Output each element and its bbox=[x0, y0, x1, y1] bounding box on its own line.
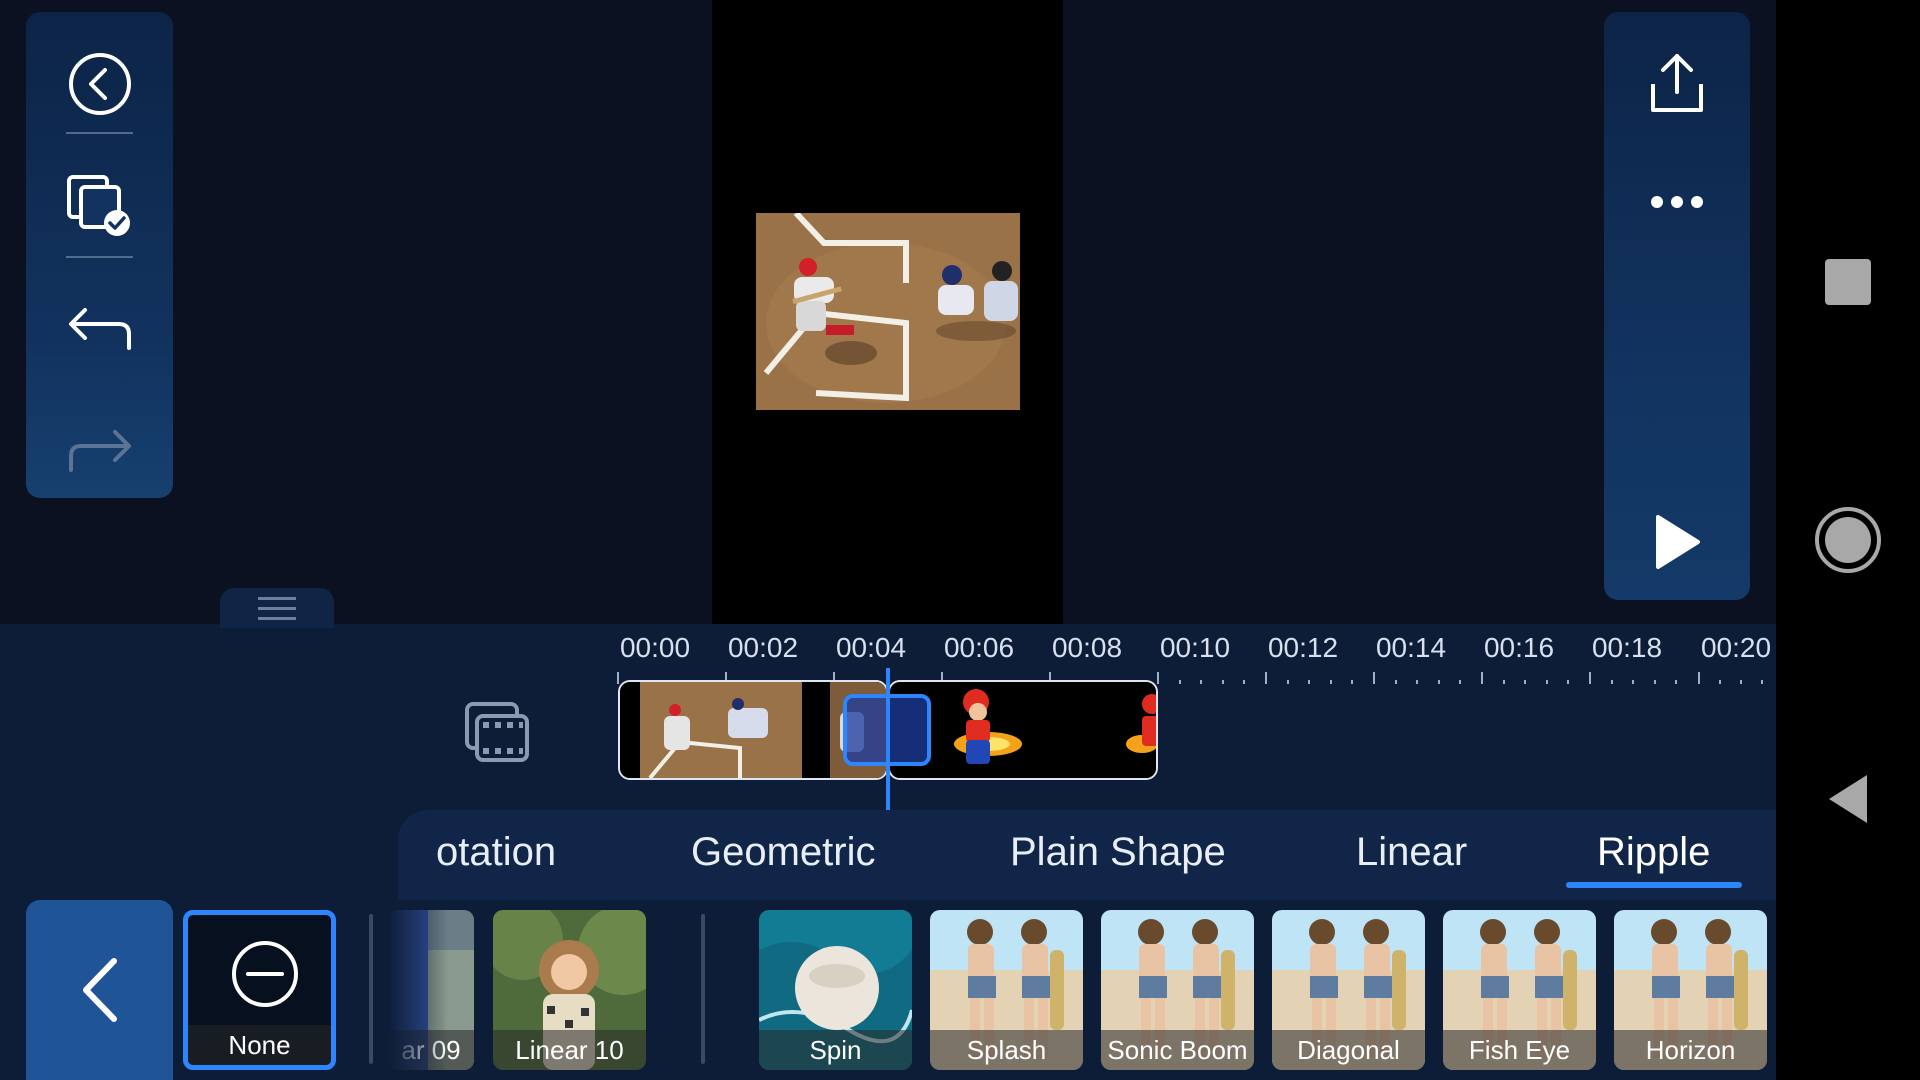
none-minus-icon bbox=[232, 941, 298, 1007]
playhead[interactable] bbox=[886, 668, 890, 810]
copy-select-button[interactable] bbox=[26, 157, 173, 255]
square-icon bbox=[1825, 259, 1871, 305]
ruler-label: 00:12 bbox=[1267, 632, 1339, 663]
toolbar-divider bbox=[66, 256, 133, 258]
ruler-label: 00:18 bbox=[1591, 632, 1663, 663]
timeline-ruler[interactable]: 00:00 00:02 00:04 00:06 00:08 00:10 00:1… bbox=[610, 632, 1776, 684]
transition-splash[interactable]: Splash bbox=[930, 910, 1083, 1070]
tab-geometric[interactable]: Geometric bbox=[691, 830, 876, 875]
ruler-label: 00:08 bbox=[1051, 632, 1123, 663]
video-preview[interactable] bbox=[712, 0, 1063, 624]
undo-button[interactable] bbox=[26, 280, 173, 378]
ruler-label: 00:20 bbox=[1700, 632, 1772, 663]
scroll-fade bbox=[388, 900, 448, 1080]
transition-spin[interactable]: Spin bbox=[759, 910, 912, 1070]
ruler-label: 00:14 bbox=[1375, 632, 1447, 663]
recents-button[interactable] bbox=[1776, 256, 1920, 308]
play-icon bbox=[1656, 515, 1700, 569]
copy-check-icon bbox=[66, 175, 130, 236]
toolbar-divider bbox=[66, 132, 133, 134]
circle-home-icon bbox=[1815, 507, 1881, 573]
transition-none[interactable]: None bbox=[183, 910, 336, 1070]
ruler-label: 00:02 bbox=[727, 632, 799, 663]
thumb-label: Fish Eye bbox=[1443, 1030, 1596, 1070]
tab-plain-shape[interactable]: Plain Shape bbox=[1010, 830, 1226, 875]
thumb-label: None bbox=[188, 1025, 331, 1065]
thumb-label: Linear 10 bbox=[493, 1030, 646, 1070]
tab-rotation[interactable]: otation bbox=[436, 830, 556, 875]
add-media-icon[interactable] bbox=[462, 700, 532, 766]
transition-horizon[interactable]: Horizon bbox=[1614, 910, 1767, 1070]
active-tab-underline bbox=[1566, 882, 1742, 888]
ruler-label: 00:16 bbox=[1483, 632, 1555, 663]
right-toolbar bbox=[1604, 12, 1750, 600]
ruler-label: 00:06 bbox=[943, 632, 1015, 663]
more-button[interactable] bbox=[1604, 162, 1750, 242]
android-nav-bar bbox=[1776, 0, 1920, 1080]
preview-frame-image bbox=[756, 213, 1020, 410]
thumb-label: Horizon bbox=[1614, 1030, 1767, 1070]
thumb-label: Splash bbox=[930, 1030, 1083, 1070]
transition-sonic-boom[interactable]: Sonic Boom bbox=[1101, 910, 1254, 1070]
transition-diagonal[interactable]: Diagonal bbox=[1272, 910, 1425, 1070]
system-back-button[interactable] bbox=[1776, 772, 1920, 826]
export-button[interactable] bbox=[1604, 34, 1750, 132]
redo-icon bbox=[68, 430, 131, 472]
left-toolbar bbox=[26, 12, 173, 498]
share-upload-icon bbox=[1651, 54, 1703, 112]
ruler-label: 00:10 bbox=[1159, 632, 1231, 663]
collapse-back-button[interactable] bbox=[26, 900, 173, 1080]
menu-icon bbox=[258, 597, 296, 620]
thumb-label: Spin bbox=[759, 1030, 912, 1070]
undo-icon bbox=[68, 308, 131, 350]
redo-button[interactable] bbox=[26, 402, 173, 500]
video-editor: 00:00 00:02 00:04 00:06 00:08 00:10 00:1… bbox=[0, 0, 1920, 1080]
transition-category-tabs: otation Geometric Plain Shape Linear Rip… bbox=[398, 810, 1776, 900]
circle-back-icon bbox=[68, 53, 131, 115]
triangle-back-icon bbox=[1829, 775, 1867, 823]
tab-linear[interactable]: Linear bbox=[1356, 830, 1467, 875]
home-button[interactable] bbox=[1776, 506, 1920, 574]
thumb-divider bbox=[701, 914, 705, 1064]
tab-ripple[interactable]: Ripple bbox=[1597, 830, 1710, 875]
ruler-label: 00:00 bbox=[619, 632, 691, 663]
thumb-divider bbox=[369, 914, 373, 1064]
transition-linear-10[interactable]: Linear 10 bbox=[493, 910, 646, 1070]
transition-fish-eye[interactable]: Fish Eye bbox=[1443, 910, 1596, 1070]
ruler-label: 00:04 bbox=[835, 632, 907, 663]
drawer-handle[interactable] bbox=[220, 588, 334, 628]
play-button[interactable] bbox=[1604, 492, 1750, 592]
chevron-left-icon bbox=[82, 958, 117, 1022]
thumb-label: Sonic Boom bbox=[1101, 1030, 1254, 1070]
back-button[interactable] bbox=[26, 35, 173, 133]
more-dots-icon bbox=[1651, 196, 1703, 208]
thumb-label: Diagonal bbox=[1272, 1030, 1425, 1070]
